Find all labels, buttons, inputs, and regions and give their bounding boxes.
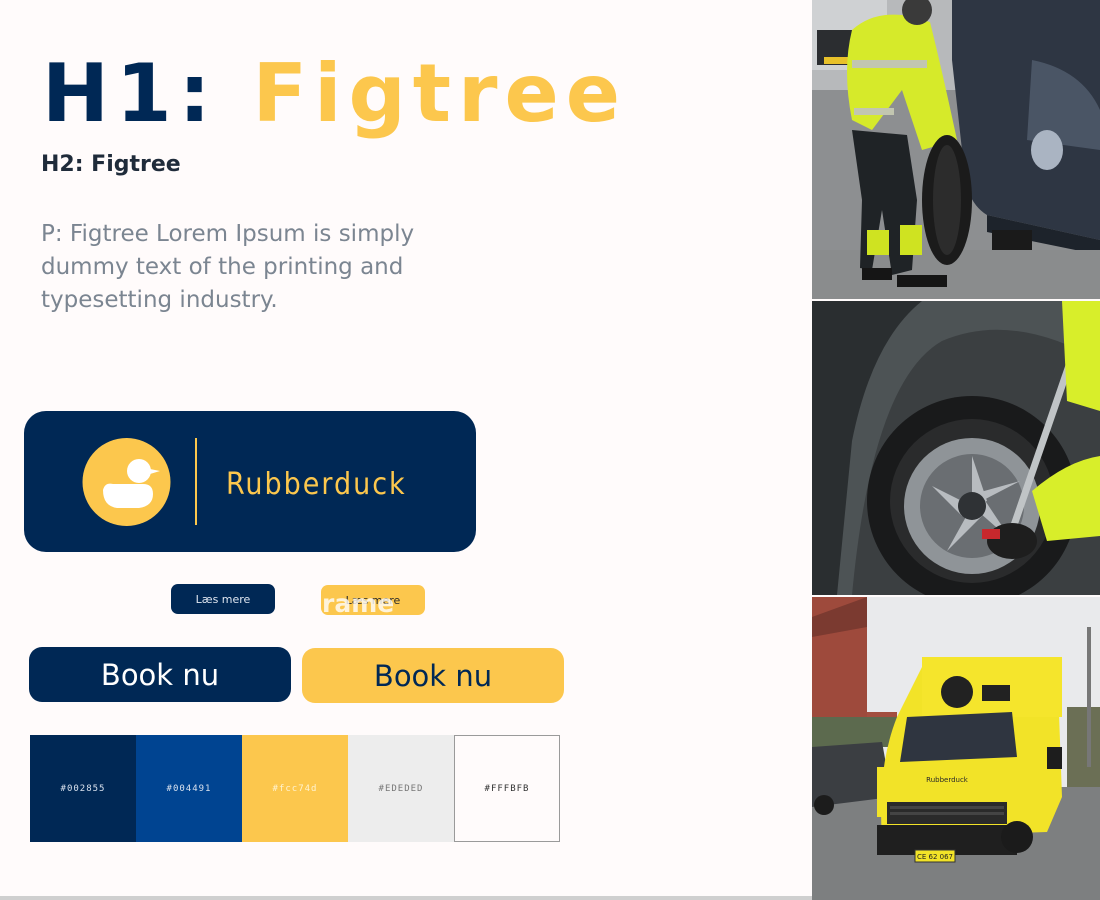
- color-swatch: #EDEDED: [348, 735, 454, 842]
- photo-service-van: CE 62 067 Rubberduck: [812, 597, 1100, 900]
- horizontal-scrollbar[interactable]: [0, 896, 812, 900]
- book-now-primary-button[interactable]: Book nu: [29, 647, 291, 702]
- h1-font-name: Figtree: [252, 47, 628, 140]
- photo-mechanic-tire: [812, 0, 1100, 299]
- duck-logo-icon: [82, 438, 171, 526]
- ghost-watermark-text: rame: [322, 589, 395, 618]
- color-swatch: #004491: [136, 735, 242, 842]
- photo-wheel-closeup: [812, 301, 1100, 595]
- h1-prefix: H1:: [42, 47, 253, 140]
- paragraph-specimen: P: Figtree Lorem Ipsum is simply dummy t…: [41, 221, 415, 313]
- book-now-secondary-button[interactable]: Book nu: [302, 648, 564, 703]
- color-swatch: #002855: [30, 735, 136, 842]
- h1-specimen: H1: Figtree: [42, 54, 627, 134]
- van-logo-text: Rubberduck: [926, 776, 969, 784]
- van-plate: CE 62 067: [917, 853, 953, 861]
- color-swatch: #FFFBFB: [454, 735, 560, 842]
- small-primary-button[interactable]: Læs mere: [171, 584, 275, 614]
- color-swatch: #fcc74d: [242, 735, 348, 842]
- logo-wordmark: Rubberduck: [226, 467, 407, 502]
- logo-divider: [195, 438, 197, 525]
- h2-specimen: H2: Figtree: [41, 152, 181, 177]
